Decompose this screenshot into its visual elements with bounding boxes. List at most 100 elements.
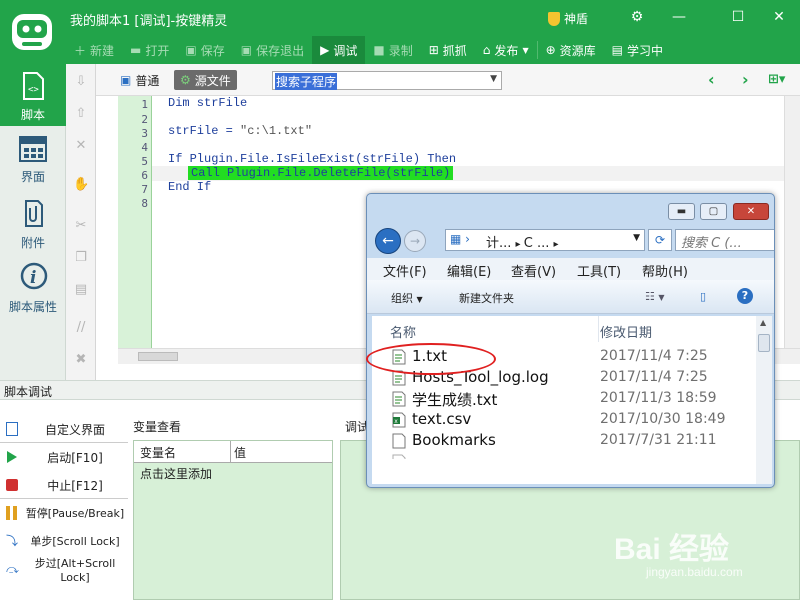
close-icon[interactable]: ✕ xyxy=(733,203,769,220)
tools-icon[interactable]: ✖ xyxy=(73,352,89,368)
pause-icon xyxy=(6,506,17,520)
refresh-icon[interactable]: ⟳ xyxy=(648,229,672,251)
subroutine-select[interactable]: 搜索子程序 ▼ xyxy=(272,71,502,90)
step-button[interactable]: ⤵ 单步[Scroll Lock] xyxy=(0,528,128,554)
highlighted-call: Call Plugin.File.DeleteFile(strFile) xyxy=(188,166,454,180)
publish-button[interactable]: ⌂ 发布 ▼ xyxy=(475,36,537,64)
learn-button[interactable]: ▤ 学习中 xyxy=(604,36,671,64)
column-name[interactable]: 名称 xyxy=(390,322,416,341)
window-title: 我的脚本1 [调试]-按键精灵 xyxy=(70,14,228,29)
scroll-up-icon[interactable]: ▲ xyxy=(760,318,766,327)
move-down-icon[interactable]: ⇩ xyxy=(73,74,89,90)
minimize-window-icon[interactable]: — xyxy=(666,6,692,28)
save-exit-button[interactable]: ▣ 保存退出 xyxy=(233,36,312,64)
maximize-icon[interactable]: ▢ xyxy=(700,203,727,220)
minimize-icon[interactable]: ▬ xyxy=(668,203,695,220)
file-row[interactable]: x text.csv 2017/10/30 18:49 xyxy=(372,409,756,430)
book-icon: ▤ xyxy=(611,43,624,57)
debug-controls: 自定义界面 启动[F10] 中止[F12] 暂停[Pause/Break] ⤵ … xyxy=(0,412,128,600)
nav-ui[interactable]: 界面 xyxy=(0,128,66,190)
nav-attachment[interactable]: 附件 xyxy=(0,194,66,256)
help-icon[interactable]: ? xyxy=(737,288,753,304)
editor-header: ▣ 普通 ⚙ 源文件 搜索子程序 ▼ ‹ › ⊞▾ xyxy=(96,64,800,96)
file-row[interactable]: 学生成绩.txt 2017/11/3 18:59 xyxy=(372,388,756,409)
text-file-icon xyxy=(392,454,406,459)
forward-arrow-icon[interactable]: → xyxy=(404,230,426,252)
file-row[interactable]: Bookmarks 2017/7/31 21:11 xyxy=(372,430,756,451)
divider xyxy=(0,498,128,499)
scroll-thumb[interactable] xyxy=(138,352,178,361)
paste-icon[interactable]: ▤ xyxy=(73,282,89,298)
capture-button[interactable]: ⊞ 抓抓 xyxy=(421,36,475,64)
title-bar: 我的脚本1 [调试]-按键精灵 神盾 ⚙ — ☐ ✕ ＋新建 ▬ 打开 ▣ 保存 ▣… xyxy=(0,0,800,64)
open-button[interactable]: ▬ 打开 xyxy=(122,36,177,64)
cut-icon[interactable]: ✂ xyxy=(73,218,89,234)
add-variable-row[interactable]: 点击这里添加 xyxy=(140,465,212,482)
column-divider xyxy=(598,316,599,342)
stop-button[interactable]: 中止[F12] xyxy=(0,472,128,498)
view-source-tab[interactable]: ⚙ 源文件 xyxy=(174,70,237,90)
code-line-7: End If xyxy=(168,180,212,194)
editor-vertical-scrollbar[interactable] xyxy=(784,96,800,348)
record-button[interactable]: ■ 录制 xyxy=(365,36,420,64)
window-icon: ▣ xyxy=(120,73,132,87)
address-bar[interactable]: ▦ › 计... ▸ C ... ▸ ▼ xyxy=(445,229,645,251)
pause-button[interactable]: 暂停[Pause/Break] xyxy=(0,500,128,526)
resources-button[interactable]: ⊕ 资源库 xyxy=(538,36,604,64)
prev-arrow-icon[interactable]: ‹ xyxy=(708,70,715,89)
watermark-url: jingyan.baidu.com xyxy=(646,565,743,579)
file-explorer-window: ▬ ▢ ✕ ← → ▦ › 计... ▸ C ... ▸ ▼ ⟳ 搜索 C (.… xyxy=(366,193,775,488)
explorer-search-input[interactable]: 搜索 C (... xyxy=(675,229,774,251)
variables-table[interactable]: 变量名 值 点击这里添加 xyxy=(133,440,333,600)
custom-ui-button[interactable]: 自定义界面 xyxy=(0,416,128,442)
maximize-window-icon[interactable]: ☐ xyxy=(725,6,751,28)
nav-script-properties[interactable]: i 脚本属性 xyxy=(0,260,66,322)
nav-script[interactable]: <> 脚本 xyxy=(0,64,67,126)
menu-edit[interactable]: 编辑(E) xyxy=(447,261,491,280)
settings-icon[interactable]: ⚙ xyxy=(624,6,650,28)
plus-icon: ＋ xyxy=(74,43,87,58)
floppy-exit-icon: ▣ xyxy=(240,43,253,57)
chevron-down-icon: ▼ xyxy=(522,45,529,55)
svg-text:i: i xyxy=(30,268,36,288)
delete-icon[interactable]: ✕ xyxy=(73,138,89,154)
text-file-icon xyxy=(392,349,406,365)
scroll-thumb[interactable] xyxy=(758,334,770,352)
menu-view[interactable]: 查看(V) xyxy=(511,261,556,280)
comment-icon[interactable]: // xyxy=(73,320,89,336)
preview-pane-icon[interactable]: ▯ xyxy=(700,290,706,303)
shield-button[interactable]: 神盾 xyxy=(548,10,588,27)
start-button[interactable]: 启动[F10] xyxy=(0,444,128,470)
close-window-icon[interactable]: ✕ xyxy=(766,6,792,28)
script-icon: <> xyxy=(23,72,44,100)
file-row[interactable]: 1.txt 2017/11/4 7:25 xyxy=(372,346,756,367)
save-button[interactable]: ▣ 保存 xyxy=(177,36,232,64)
folder-icon: ▬ xyxy=(130,43,142,57)
hand-icon[interactable]: ✋ xyxy=(73,177,89,193)
new-folder-button[interactable]: 新建文件夹 xyxy=(459,290,514,306)
debug-button[interactable]: ▶ 调试 xyxy=(312,36,366,64)
chevron-down-icon: ▼ xyxy=(633,233,640,243)
menu-tools[interactable]: 工具(T) xyxy=(577,261,621,280)
file-list-scrollbar[interactable]: ▲ xyxy=(756,316,772,484)
new-button[interactable]: ＋新建 xyxy=(66,36,122,64)
menu-help[interactable]: 帮助(H) xyxy=(642,261,688,280)
organize-button[interactable]: 组织 ▼ xyxy=(391,290,423,306)
file-row[interactable]: Hosts_Tool_log.log 2017/11/4 7:25 xyxy=(372,367,756,388)
capture-icon: ⊞ xyxy=(428,43,439,57)
code-line-5: If Plugin.File.IsFileExist(strFile) Then xyxy=(168,152,457,166)
code-line-6: Call Plugin.File.DeleteFile(strFile) xyxy=(152,166,784,181)
move-up-icon[interactable]: ⇧ xyxy=(73,106,89,122)
copy-icon[interactable]: ❐ xyxy=(73,250,89,266)
next-arrow-icon[interactable]: › xyxy=(742,70,749,89)
step-over-button[interactable]: ⤼ 步过[Alt+Scroll Lock] xyxy=(0,556,128,584)
play-icon xyxy=(7,451,17,463)
baidu-watermark: Bai 经验 xyxy=(614,533,730,566)
view-options-icon[interactable]: ☷ ▼ xyxy=(645,290,665,303)
column-date[interactable]: 修改日期 xyxy=(600,322,652,341)
view-normal-tab[interactable]: ▣ 普通 xyxy=(114,70,165,90)
text-file-icon xyxy=(392,391,406,407)
menu-file[interactable]: 文件(F) xyxy=(383,261,427,280)
layout-grid-icon[interactable]: ⊞▾ xyxy=(768,72,785,87)
back-arrow-icon[interactable]: ← xyxy=(375,228,401,254)
